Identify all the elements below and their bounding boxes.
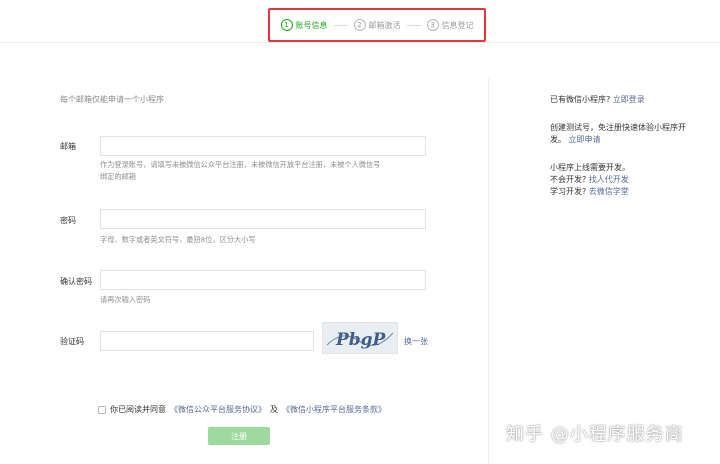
service-agreement-link[interactable]: 《微信公众平台服务协议》 (170, 404, 266, 415)
step-label: 账号信息 (295, 20, 328, 30)
email-hint-line: 绑定的邮箱 (100, 172, 136, 181)
form-notice: 每个邮箱仅能申请一个小程序 (60, 95, 164, 104)
email-hint-line: 作为登录账号，请填写未被微信公众平台注册，未被微信开放平台注册，未被个人微信号 (100, 160, 381, 169)
agreement-row: 你已阅读并同意 《微信公众平台服务协议》 及 《微信小程序平台服务条款》 (98, 404, 386, 415)
no-dev-row: 不会开发? 找人代开发 (550, 174, 700, 186)
no-dev-prompt: 不会开发? (550, 175, 587, 184)
agreement-checkbox[interactable] (98, 405, 106, 414)
register-button[interactable]: 注册 (208, 427, 270, 445)
confirm-password-label: 确认密码 (60, 277, 92, 286)
step-info-registration: 3 信息登记 (426, 19, 474, 31)
learn-row: 学习开发? 去微信学堂 (550, 186, 700, 198)
terms-link[interactable]: 《微信小程序平台服务条款》 (282, 404, 386, 415)
column-divider (488, 78, 489, 464)
confirm-password-hint: 请再次输入密码 (100, 295, 151, 304)
dev-prompt: 小程序上线需要开发。 (550, 163, 630, 172)
apply-test-link[interactable]: 立即申请 (569, 135, 601, 144)
refresh-captcha-link[interactable]: 换一张 (404, 336, 428, 347)
agreement-prefix: 你已阅读并同意 (110, 405, 166, 414)
step-number: 1 (280, 19, 293, 31)
email-hint: 作为登录账号，请填写未被微信公众平台注册，未被微信开放平台注册，未被个人微信号 … (100, 159, 440, 183)
login-prompt-row: 已有微信小程序? 立即登录 (550, 94, 700, 106)
captcha-image[interactable]: PbgP (322, 322, 398, 354)
registration-steps: 1 账号信息 2 邮箱激活 3 信息登记 (268, 8, 486, 42)
watermark: 知乎 @小程序服务商 (506, 424, 684, 445)
password-field[interactable] (100, 209, 426, 229)
step-number: 3 (426, 19, 439, 31)
test-prompt-line2: 发。 立即申请 (550, 134, 700, 146)
captcha-graphic: PbgP (326, 330, 394, 350)
email-label: 邮箱 (60, 142, 76, 151)
step-label: 信息登记 (441, 20, 474, 30)
step-account-info: 1 账号信息 (280, 19, 328, 31)
email-field[interactable] (100, 136, 426, 156)
agreement-connector: 及 (270, 405, 278, 414)
step-email-activation: 2 邮箱激活 (353, 19, 401, 31)
test-prompt-tail: 发。 (550, 135, 566, 144)
learn-prompt: 学习开发? (550, 187, 587, 196)
test-account-row: 创建测试号，免注册快速体验小程序开 发。 立即申请 (550, 122, 700, 146)
step-number: 2 (353, 19, 366, 31)
top-bar: 1 账号信息 2 邮箱激活 3 信息登记 (0, 0, 720, 43)
step-label: 邮箱激活 (368, 20, 401, 30)
captcha-label: 验证码 (60, 337, 84, 346)
test-prompt-line: 创建测试号，免注册快速体验小程序开 (550, 123, 686, 132)
dev-help-block: 小程序上线需要开发。 不会开发? 找人代开发 学习开发? 去微信学堂 (550, 162, 700, 198)
wechat-academy-link[interactable]: 去微信学堂 (589, 187, 629, 196)
login-prompt: 已有微信小程序? (550, 95, 611, 104)
step-connector (406, 24, 421, 26)
password-hint: 字母、数字或者英文符号，最短8位，区分大小写 (100, 235, 256, 244)
captcha-input[interactable] (100, 331, 314, 351)
confirm-password-field[interactable] (100, 270, 426, 290)
outsource-dev-link[interactable]: 找人代开发 (589, 175, 629, 184)
captcha-text: PbgP (335, 330, 387, 350)
password-label: 密码 (60, 216, 76, 225)
step-connector (333, 24, 348, 26)
login-link[interactable]: 立即登录 (613, 95, 645, 104)
